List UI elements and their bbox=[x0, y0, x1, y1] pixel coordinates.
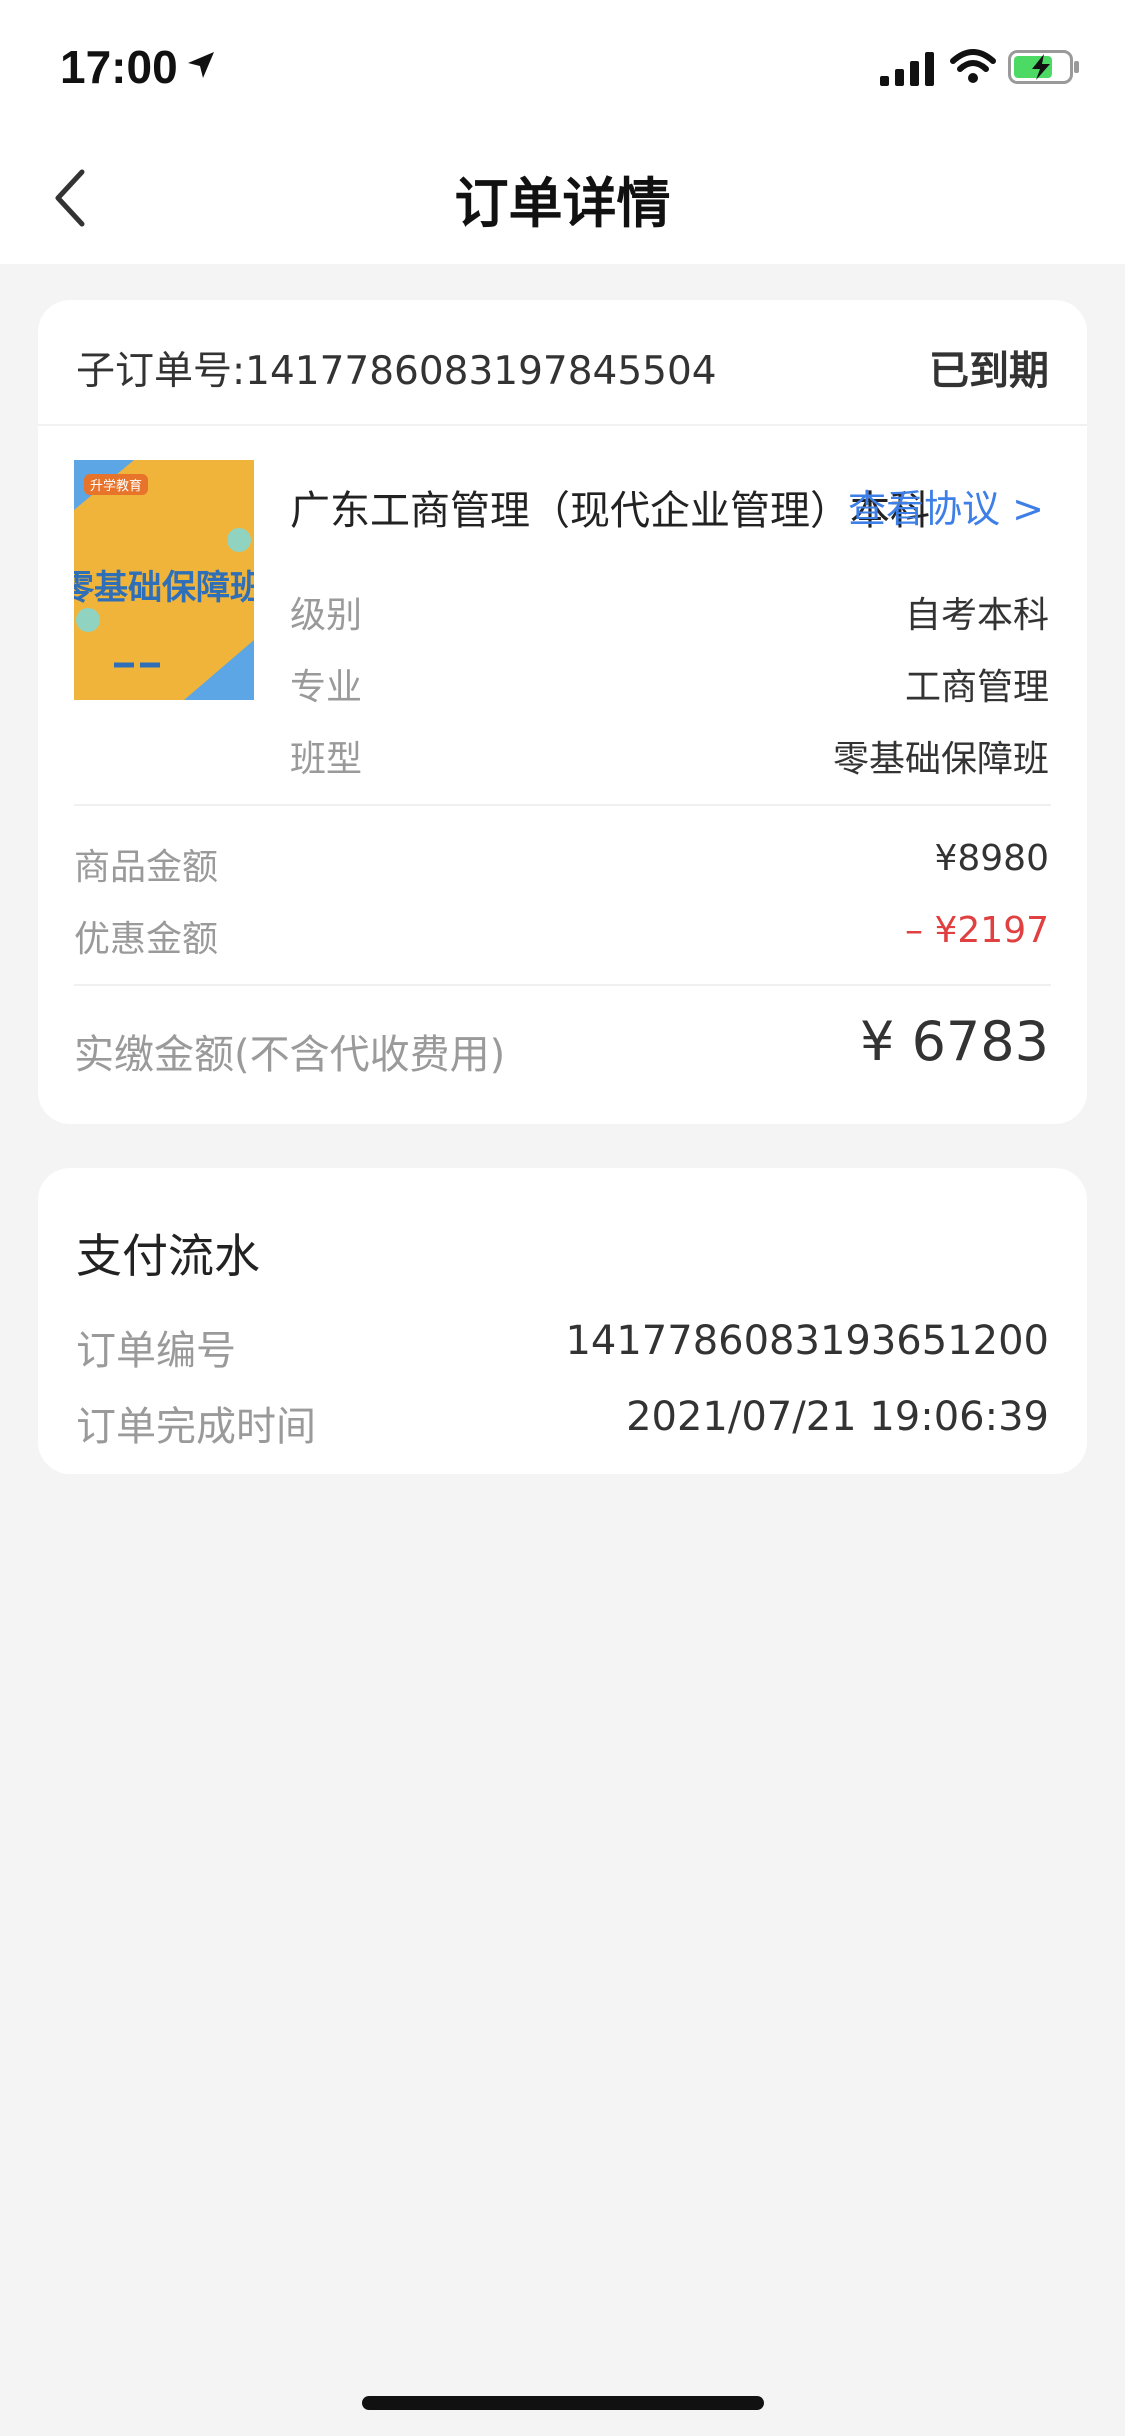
goods-amount-label: 商品金额 bbox=[74, 847, 219, 888]
location-arrow-icon bbox=[188, 52, 214, 78]
complete-time-label: 订单完成时间 bbox=[76, 1404, 316, 1450]
view-protocol-link[interactable]: 查看协议 > bbox=[848, 478, 1044, 533]
payment-card: 支付流水 订单编号 1417786083193651200 订单完成时间 202… bbox=[38, 1168, 1087, 1474]
class-type-label: 班型 bbox=[290, 739, 363, 780]
battery-charging-icon bbox=[1008, 50, 1079, 84]
discount-label: 优惠金额 bbox=[74, 919, 219, 960]
divider bbox=[74, 984, 1051, 986]
product-title: 广东工商管理（现代企业管理）本科 bbox=[290, 488, 930, 534]
major-value: 工商管理 bbox=[904, 667, 1049, 708]
wifi-icon bbox=[950, 49, 996, 83]
thumbnail-title: 零基础保障班 bbox=[74, 568, 254, 608]
status-badge: 已到期 bbox=[929, 348, 1049, 394]
level-value: 自考本科 bbox=[904, 595, 1049, 636]
signal-icon bbox=[880, 52, 934, 86]
home-indicator[interactable] bbox=[362, 2396, 764, 2410]
thumbnail-brand: 升学教育 bbox=[84, 474, 149, 495]
nav-bar: 订单详情 bbox=[0, 132, 1125, 264]
product-thumbnail: 升学教育 零基础保障班 bbox=[74, 460, 254, 700]
major-label: 专业 bbox=[290, 667, 363, 708]
goods-amount-value: ¥8980 bbox=[934, 838, 1049, 879]
status-time: 17:00 bbox=[60, 41, 178, 93]
paid-amount-label: 实缴金额(不含代收费用) bbox=[74, 1032, 506, 1078]
order-number-label: 订单编号 bbox=[76, 1328, 236, 1374]
order-number-value: 1417786083193651200 bbox=[565, 1318, 1049, 1364]
back-button[interactable] bbox=[30, 156, 110, 240]
page-title: 订单详情 bbox=[454, 171, 671, 235]
paid-amount-value: ¥ 6783 bbox=[860, 1010, 1049, 1073]
class-type-value: 零基础保障班 bbox=[832, 739, 1049, 780]
order-card: 子订单号:1417786083197845504 已到期 升学教育 零基础保障班… bbox=[38, 300, 1087, 1124]
chevron-left-icon bbox=[55, 169, 85, 227]
divider bbox=[74, 804, 1051, 806]
suborder-number: 子订单号:1417786083197845504 bbox=[76, 349, 717, 394]
order-header: 子订单号:1417786083197845504 已到期 bbox=[38, 300, 1087, 426]
payment-section-title: 支付流水 bbox=[76, 1229, 260, 1283]
status-bar: 17:00 bbox=[0, 0, 1125, 132]
level-label: 级别 bbox=[290, 595, 363, 636]
complete-time-value: 2021/07/21 19:06:39 bbox=[626, 1394, 1049, 1440]
discount-value: – ¥2197 bbox=[905, 910, 1049, 951]
